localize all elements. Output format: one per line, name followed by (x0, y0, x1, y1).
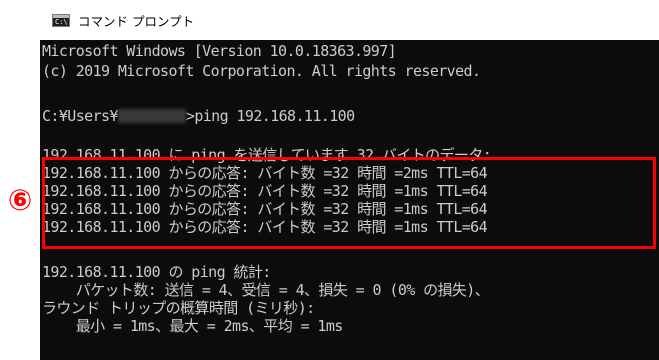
ping-stats-packets: パケット数: 送信 = 4、受信 = 4、損失 = 0 (0% の損失)、 (42, 281, 490, 299)
prompt-path: C:¥Users¥ (42, 107, 118, 125)
title-bar[interactable]: C:\ コマンド プロンプト (40, 0, 659, 40)
highlight-box (42, 157, 656, 249)
ping-rtt-header: ラウンド トリップの概算時間 (ミリ秒): (42, 299, 315, 317)
ping-rtt-values: 最小 = 1ms、最大 = 2ms、平均 = 1ms (42, 317, 344, 335)
command-line: C:¥Users¥ >ping 192.168.11.100 (42, 107, 355, 125)
command-text: >ping 192.168.11.100 (185, 107, 355, 125)
console-header-copyright: (c) 2019 Microsoft Corporation. All righ… (42, 62, 481, 80)
console-header-version: Microsoft Windows [Version 10.0.18363.99… (42, 42, 397, 60)
command-prompt-icon: C:\ (52, 13, 70, 27)
window-title: コマンド プロンプト (78, 13, 195, 29)
redacted-username (117, 109, 186, 123)
ping-stats-header: 192.168.11.100 の ping 統計: (42, 263, 271, 281)
step-marker: ⑥ (7, 183, 33, 217)
